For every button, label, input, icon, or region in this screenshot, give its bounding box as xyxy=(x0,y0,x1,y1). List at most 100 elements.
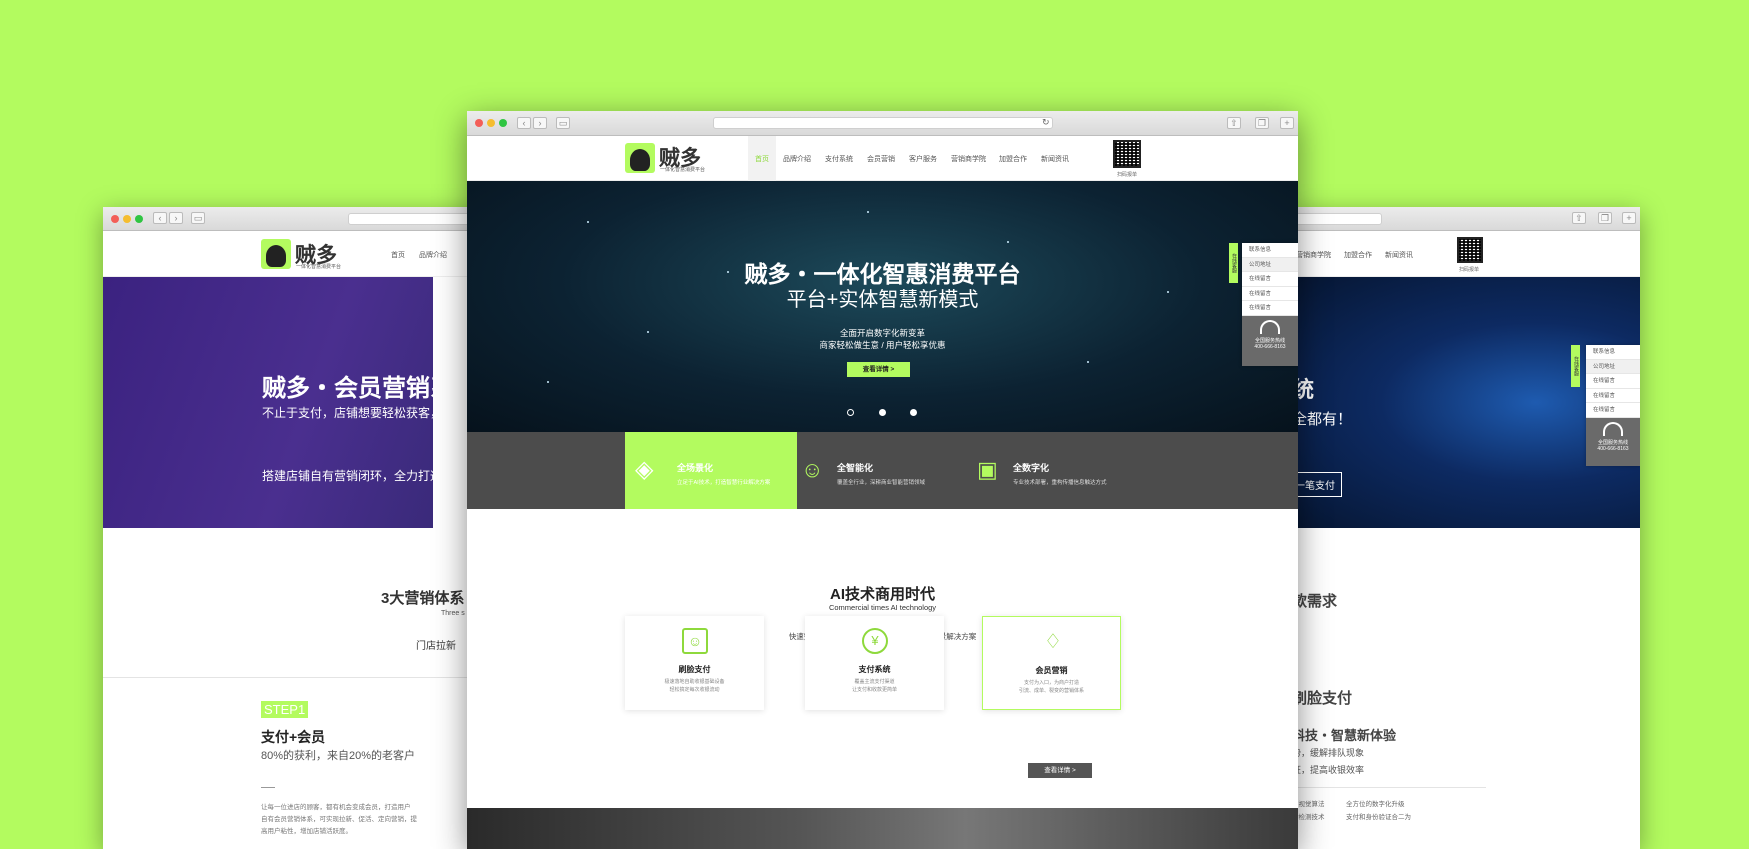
share-icon[interactable]: ⇧ xyxy=(1227,117,1241,129)
hotline-label: 全国服务热线 xyxy=(1254,337,1285,344)
side-panel-tab[interactable]: 在线客服 xyxy=(1571,345,1580,387)
maximize-button[interactable] xyxy=(135,215,143,223)
nav-news[interactable]: 新闻资讯 xyxy=(1041,154,1069,164)
nav-home[interactable]: 首页 xyxy=(391,250,405,260)
hotline-box[interactable]: 全国服务热线 400-666-8163 xyxy=(1586,417,1640,466)
back-icon[interactable]: ‹ xyxy=(153,212,167,224)
side-item-message-3[interactable]: 在线留言 xyxy=(1586,403,1640,418)
nav-brand[interactable]: 品牌介绍 xyxy=(783,154,811,164)
brand-logo[interactable] xyxy=(261,239,291,269)
feature-item-smart[interactable]: ☺ 全智能化 覆盖全行业，深耕商业智能营销领域 xyxy=(801,432,973,509)
feature-item-digital[interactable]: ▣ 全数字化 专业技术部署，重构传播信息触达方式 xyxy=(977,432,1149,509)
reload-icon[interactable]: ↻ xyxy=(1042,117,1050,128)
carousel-dot-3[interactable] xyxy=(910,409,917,416)
maximize-button[interactable] xyxy=(499,119,507,127)
layers-icon: ◈ xyxy=(635,456,654,483)
side-item-message-1[interactable]: 在线留言 xyxy=(1586,374,1640,389)
bullet-3: 全方位的数字化升级 xyxy=(1346,801,1405,808)
hero-subtitle: 全都有！ xyxy=(1292,411,1353,428)
side-item-address[interactable]: 公司地址 xyxy=(1586,359,1640,374)
bullet-4: 支付和身份验证合二为 xyxy=(1346,814,1411,821)
side-item-contact[interactable]: 联系信息 xyxy=(1586,345,1640,360)
side-item-message-2[interactable]: 在线留言 xyxy=(1242,287,1298,301)
card-desc-1: 极速落地自助收银基础设备 xyxy=(664,679,725,685)
nav-payment[interactable]: 支付系统 xyxy=(825,154,853,164)
side-item-address[interactable]: 公司地址 xyxy=(1242,257,1298,272)
qr-code[interactable] xyxy=(1113,140,1141,168)
browser-window-right: ⇧ ❐ + 营销商学院 加盟合作 新闻资讯 扫码报单 统 全都有！ 一笔支付 在… xyxy=(1292,207,1640,849)
step-title: 支付+会员 xyxy=(261,729,326,745)
nav-partner[interactable]: 加盟合作 xyxy=(1344,250,1372,260)
nav-service[interactable]: 客户服务 xyxy=(909,154,937,164)
tab-store-acquisition[interactable]: 门店拉新 xyxy=(416,637,456,652)
back-icon[interactable]: ‹ xyxy=(517,117,531,129)
side-panel: 联系信息 公司地址 在线留言 在线留言 在线留言 全国服务热线 400-666-… xyxy=(1242,243,1298,366)
nav-academy[interactable]: 营销商学院 xyxy=(1296,250,1331,260)
nav-brand[interactable]: 品牌介绍 xyxy=(419,250,447,260)
tabs-icon[interactable]: ❐ xyxy=(1598,212,1612,224)
hero-button[interactable]: 一笔支付 xyxy=(1292,472,1342,497)
hotline-label: 全国服务热线 xyxy=(1597,439,1628,446)
item-line-2: 证，提高收银效率 xyxy=(1292,765,1365,775)
side-item-message-2[interactable]: 在线留言 xyxy=(1586,389,1640,403)
hero-subtitle: 不止于支付，店铺想要轻松获客，从现 xyxy=(262,406,467,420)
browser-toolbar: ⇧ ❐ + xyxy=(1292,207,1640,231)
qr-caption: 扫码报单 xyxy=(1459,267,1480,273)
nav-home[interactable]: 首页 xyxy=(755,154,769,164)
nav-news[interactable]: 新闻资讯 xyxy=(1385,250,1413,260)
feature-desc: 专业技术部署，重构传播信息触达方式 xyxy=(1013,480,1107,486)
new-tab-icon[interactable]: + xyxy=(1280,117,1294,129)
brain-head-icon: ☺ xyxy=(801,457,824,482)
hero-details-button[interactable]: 查看详情 > xyxy=(847,362,910,377)
nav-academy[interactable]: 营销商学院 xyxy=(951,154,986,164)
close-button[interactable] xyxy=(475,119,483,127)
qr-caption: 扫码报单 xyxy=(1117,172,1138,178)
nav-partner[interactable]: 加盟合作 xyxy=(999,154,1027,164)
brand-tagline: 一体化智慧消费平台 xyxy=(660,167,706,173)
card-face-pay[interactable]: ☺ 刷脸支付 极速落地自助收银基础设备 轻松搞定每次收银流动 xyxy=(625,616,764,710)
brand-logo[interactable] xyxy=(625,143,655,173)
side-item-contact[interactable]: 联系信息 xyxy=(1242,243,1298,258)
forward-icon[interactable]: › xyxy=(533,117,547,129)
section-en: Three s xyxy=(441,610,465,617)
card-member-marketing[interactable]: ♢ 会员营销 支付为入口，为商户打造 引流、成单、裂变的营销体系 xyxy=(982,616,1121,710)
side-panel-tab[interactable]: 在线客服 xyxy=(1229,243,1238,283)
headset-icon xyxy=(1260,319,1280,334)
sidebar-icon[interactable]: ▭ xyxy=(556,117,570,129)
card-payment-system[interactable]: ¥ 支付系统 覆盖主流支付渠道 让支付和收款更简单 xyxy=(805,616,944,710)
card-desc-1: 支付为入口，为商户打造 xyxy=(1023,680,1079,686)
card-title: 刷脸支付 xyxy=(678,665,711,674)
minimize-button[interactable] xyxy=(487,119,495,127)
forward-icon[interactable]: › xyxy=(169,212,183,224)
hero-banner: 贼多・一体化智惠消费平台 平台+实体智慧新模式 全面开启数字化新变革 商家轻松做… xyxy=(467,181,1298,432)
site-header: 贼多 一体化智慧消费平台 首页 品牌介绍 支付系统 会员营销 客户服务 营销商学… xyxy=(467,136,1298,181)
share-icon[interactable]: ⇧ xyxy=(1572,212,1586,224)
feature-title: 全智能化 xyxy=(837,463,874,473)
item-subtitle: 科技・智慧新体验 xyxy=(1292,728,1397,743)
divider xyxy=(103,677,503,678)
section-title: AI技术商用时代 xyxy=(829,586,935,603)
card-desc-2: 轻松搞定每次收银流动 xyxy=(669,687,720,693)
face-scan-icon: ☺ xyxy=(682,628,708,654)
nav-member[interactable]: 会员营销 xyxy=(867,154,895,164)
address-bar[interactable] xyxy=(713,117,1053,129)
card-details-button[interactable]: 查看详情 > xyxy=(1028,763,1092,778)
carousel-dot-1[interactable] xyxy=(847,409,854,416)
tabs-icon[interactable]: ❐ xyxy=(1255,117,1269,129)
hotline-box[interactable]: 全国服务热线 400-666-8163 xyxy=(1242,315,1298,366)
card-desc-2: 引流、成单、裂变的营销体系 xyxy=(1018,688,1084,694)
address-bar[interactable] xyxy=(1292,213,1382,225)
close-button[interactable] xyxy=(111,215,119,223)
carousel-dot-2[interactable] xyxy=(879,409,886,416)
brand-tagline: 一体化智慧消费平台 xyxy=(296,264,342,270)
browser-toolbar: ‹ › ▭ ↻ ⇧ ❐ + xyxy=(467,111,1298,136)
side-item-message-3[interactable]: 在线留言 xyxy=(1242,301,1298,316)
feature-item-scene[interactable]: ◈ 全场景化 立足于AI技术，打造智慧行业解决方案 xyxy=(625,432,797,509)
sidebar-icon[interactable]: ▭ xyxy=(191,212,205,224)
monitor-chart-icon: ▣ xyxy=(977,457,998,482)
new-tab-icon[interactable]: + xyxy=(1622,212,1636,224)
qr-code[interactable] xyxy=(1457,237,1483,263)
minimize-button[interactable] xyxy=(123,215,131,223)
side-item-message-1[interactable]: 在线留言 xyxy=(1242,272,1298,287)
section-title: 款需求 xyxy=(1292,593,1338,610)
